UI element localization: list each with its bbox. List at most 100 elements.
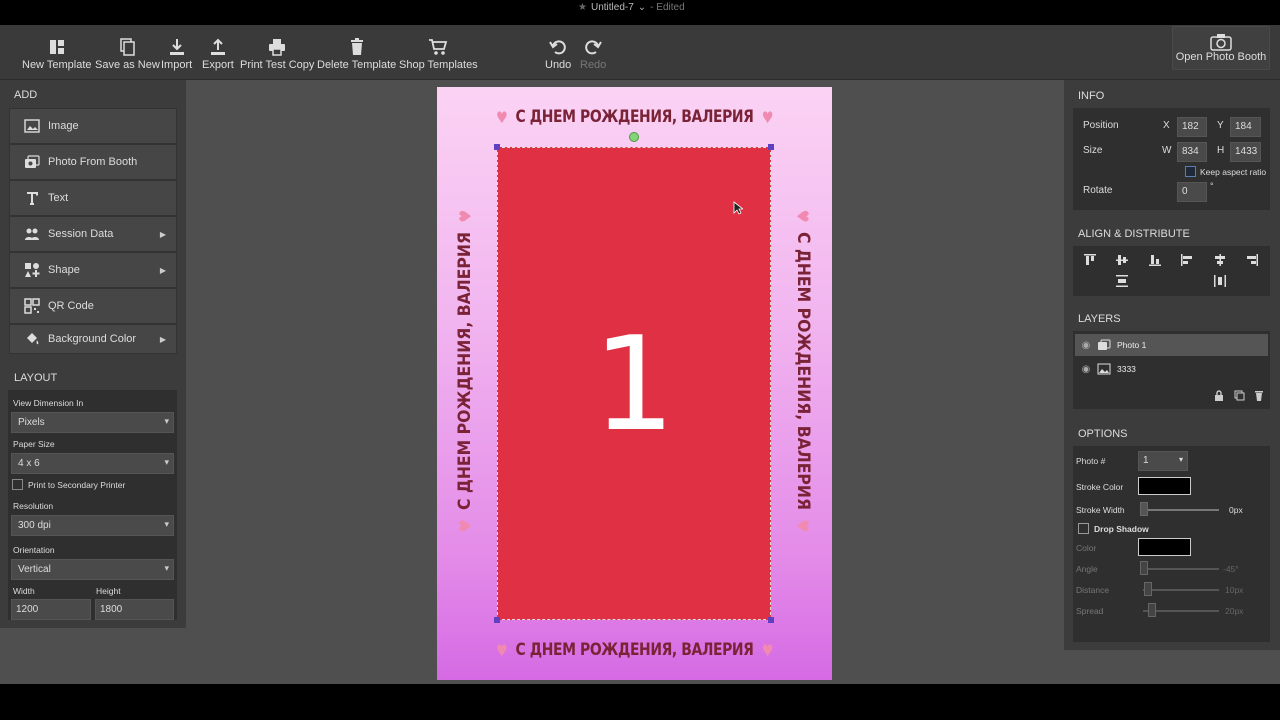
heart-icon: ♥: [495, 640, 508, 660]
shop-templates-button[interactable]: Shop Templates: [399, 37, 478, 71]
layer-row[interactable]: ◉ Photo 1: [1075, 334, 1268, 356]
add-qr-code-item[interactable]: QR Code: [9, 288, 177, 324]
align-vertical-center-icon[interactable]: [1115, 253, 1129, 267]
paper-size-select[interactable]: 4 x 6: [11, 453, 174, 474]
text-icon: [27, 192, 38, 205]
width-label: Width: [13, 586, 35, 596]
export-button[interactable]: Export: [202, 37, 234, 71]
eye-icon[interactable]: ◉: [1075, 340, 1097, 351]
template-canvas[interactable]: ♥ С ДНЕМ РОЖДЕНИЯ, ВАЛЕРИЯ ♥ ♥ С ДНЕМ РО…: [437, 87, 832, 680]
submenu-arrow-icon: ▶: [159, 229, 166, 239]
align-bottom-icon[interactable]: [1148, 253, 1162, 267]
submenu-arrow-icon: ▶: [159, 334, 166, 344]
save-as-new-button[interactable]: Save as New: [95, 37, 160, 71]
right-banner[interactable]: ♥ С ДНЕМ РОЖДЕНИЯ, ВАЛЕРИЯ ♥: [791, 210, 815, 533]
image-icon: [24, 119, 40, 133]
resize-handle-bottom-right[interactable]: [768, 617, 774, 623]
add-list: Image Photo From Booth Text Session Data…: [9, 108, 177, 354]
add-shape-item[interactable]: Shape ▶: [9, 252, 177, 288]
align-right-icon[interactable]: [1245, 253, 1259, 267]
stroke-width-track[interactable]: [1143, 509, 1219, 511]
distribute-horizontal-icon[interactable]: [1213, 274, 1227, 288]
save-as-new-label: Save as New: [95, 59, 160, 71]
photo-num-select[interactable]: 1 ▾: [1138, 451, 1188, 471]
resolution-select[interactable]: 300 dpi: [11, 515, 174, 536]
angle-track[interactable]: [1143, 568, 1219, 570]
add-heading: ADD: [14, 89, 38, 101]
add-photo-from-booth-item[interactable]: Photo From Booth: [9, 144, 177, 180]
rotate-handle[interactable]: [629, 132, 639, 142]
photo-placeholder[interactable]: 1: [497, 147, 771, 620]
document-title[interactable]: ★ Untitled-7 ⌄ - Edited: [578, 0, 685, 14]
distribute-vertical-icon[interactable]: [1115, 274, 1129, 288]
stroke-color-swatch[interactable]: [1138, 477, 1191, 495]
layers-heading: LAYERS: [1078, 313, 1121, 325]
left-banner[interactable]: ♥ С ДНЕМ РОЖДЕНИЯ, ВАЛЕРИЯ ♥: [453, 210, 477, 533]
orientation-select[interactable]: Vertical: [11, 559, 174, 580]
camera-icon: [1210, 34, 1232, 51]
w-input[interactable]: 834: [1177, 142, 1207, 162]
layer-name: 3333: [1117, 364, 1136, 374]
angle-value: -45°: [1223, 564, 1239, 574]
orientation-label: Orientation: [13, 545, 55, 555]
angle-thumb[interactable]: [1140, 561, 1148, 575]
redo-label: Redo: [580, 59, 607, 71]
resize-handle-top-left[interactable]: [494, 144, 500, 150]
info-box: Position X 182 Y 184 Size W 834 H 1433 K…: [1073, 108, 1270, 210]
new-template-label: New Template: [22, 59, 92, 71]
secondary-printer-checkbox[interactable]: [12, 479, 23, 490]
resize-handle-bottom-left[interactable]: [494, 617, 500, 623]
shadow-color-swatch[interactable]: [1138, 538, 1191, 556]
undo-button[interactable]: Undo: [545, 37, 571, 71]
align-horizontal-center-icon[interactable]: [1213, 253, 1227, 267]
stroke-width-thumb[interactable]: [1140, 502, 1148, 516]
add-session-data-item[interactable]: Session Data ▶: [9, 216, 177, 252]
distance-track[interactable]: [1143, 589, 1219, 591]
top-banner[interactable]: ♥ С ДНЕМ РОЖДЕНИЯ, ВАЛЕРИЯ ♥: [473, 107, 797, 127]
h-input[interactable]: 1433: [1230, 142, 1261, 162]
printer-icon: [269, 39, 286, 56]
align-top-icon[interactable]: [1083, 253, 1097, 267]
resize-handle-top-right[interactable]: [768, 144, 774, 150]
print-test-copy-button[interactable]: Print Test Copy: [240, 37, 314, 71]
banner-text: С ДНЕМ РОЖДЕНИЯ, ВАЛЕРИЯ: [515, 640, 754, 660]
open-photo-booth-button[interactable]: Open Photo Booth: [1172, 26, 1270, 70]
distance-thumb[interactable]: [1144, 582, 1152, 596]
banner-text: С ДНЕМ РОЖДЕНИЯ, ВАЛЕРИЯ: [793, 231, 813, 511]
duplicate-icon[interactable]: [1234, 390, 1245, 401]
trash-icon: [350, 38, 363, 55]
undo-label: Undo: [545, 59, 572, 71]
trash-icon[interactable]: [1254, 390, 1264, 401]
add-text-item[interactable]: Text: [9, 180, 177, 216]
delete-template-button[interactable]: Delete Template: [317, 37, 396, 71]
rotate-input[interactable]: 0: [1177, 182, 1207, 202]
height-input[interactable]: 1800: [95, 599, 174, 620]
distance-value: 10px: [1225, 585, 1244, 595]
eye-icon[interactable]: ◉: [1075, 364, 1097, 375]
layer-row[interactable]: ◉ 3333: [1075, 358, 1268, 380]
x-input[interactable]: 182: [1177, 117, 1207, 137]
chevron-down-icon[interactable]: ⌄: [638, 2, 646, 13]
width-input[interactable]: 1200: [11, 599, 91, 620]
redo-button[interactable]: Redo: [580, 37, 606, 71]
photo-num-value: 1: [1143, 455, 1149, 466]
document-status: - Edited: [650, 1, 685, 13]
new-template-button[interactable]: New Template: [22, 37, 92, 71]
spread-label: Spread: [1076, 606, 1104, 616]
chevron-down-icon: ▾: [1178, 455, 1183, 464]
drop-shadow-checkbox[interactable]: [1078, 523, 1089, 534]
lock-icon[interactable]: [1214, 390, 1224, 401]
add-image-item[interactable]: Image: [9, 108, 177, 144]
bottom-banner[interactable]: ♥ С ДНЕМ РОЖДЕНИЯ, ВАЛЕРИЯ ♥: [473, 640, 797, 660]
add-background-color-item[interactable]: Background Color ▶: [9, 324, 177, 354]
keep-aspect-checkbox[interactable]: [1185, 166, 1196, 177]
align-left-icon[interactable]: [1180, 253, 1194, 267]
import-button[interactable]: Import: [161, 37, 192, 71]
spread-thumb[interactable]: [1148, 603, 1156, 617]
y-input[interactable]: 184: [1230, 117, 1261, 137]
x-label: X: [1163, 120, 1170, 131]
h-label: H: [1217, 145, 1225, 156]
left-panel: ADD Image Photo From Booth Text Session …: [0, 80, 186, 628]
add-item-label: Shape: [48, 264, 80, 276]
view-dimension-select[interactable]: Pixels: [11, 412, 174, 433]
